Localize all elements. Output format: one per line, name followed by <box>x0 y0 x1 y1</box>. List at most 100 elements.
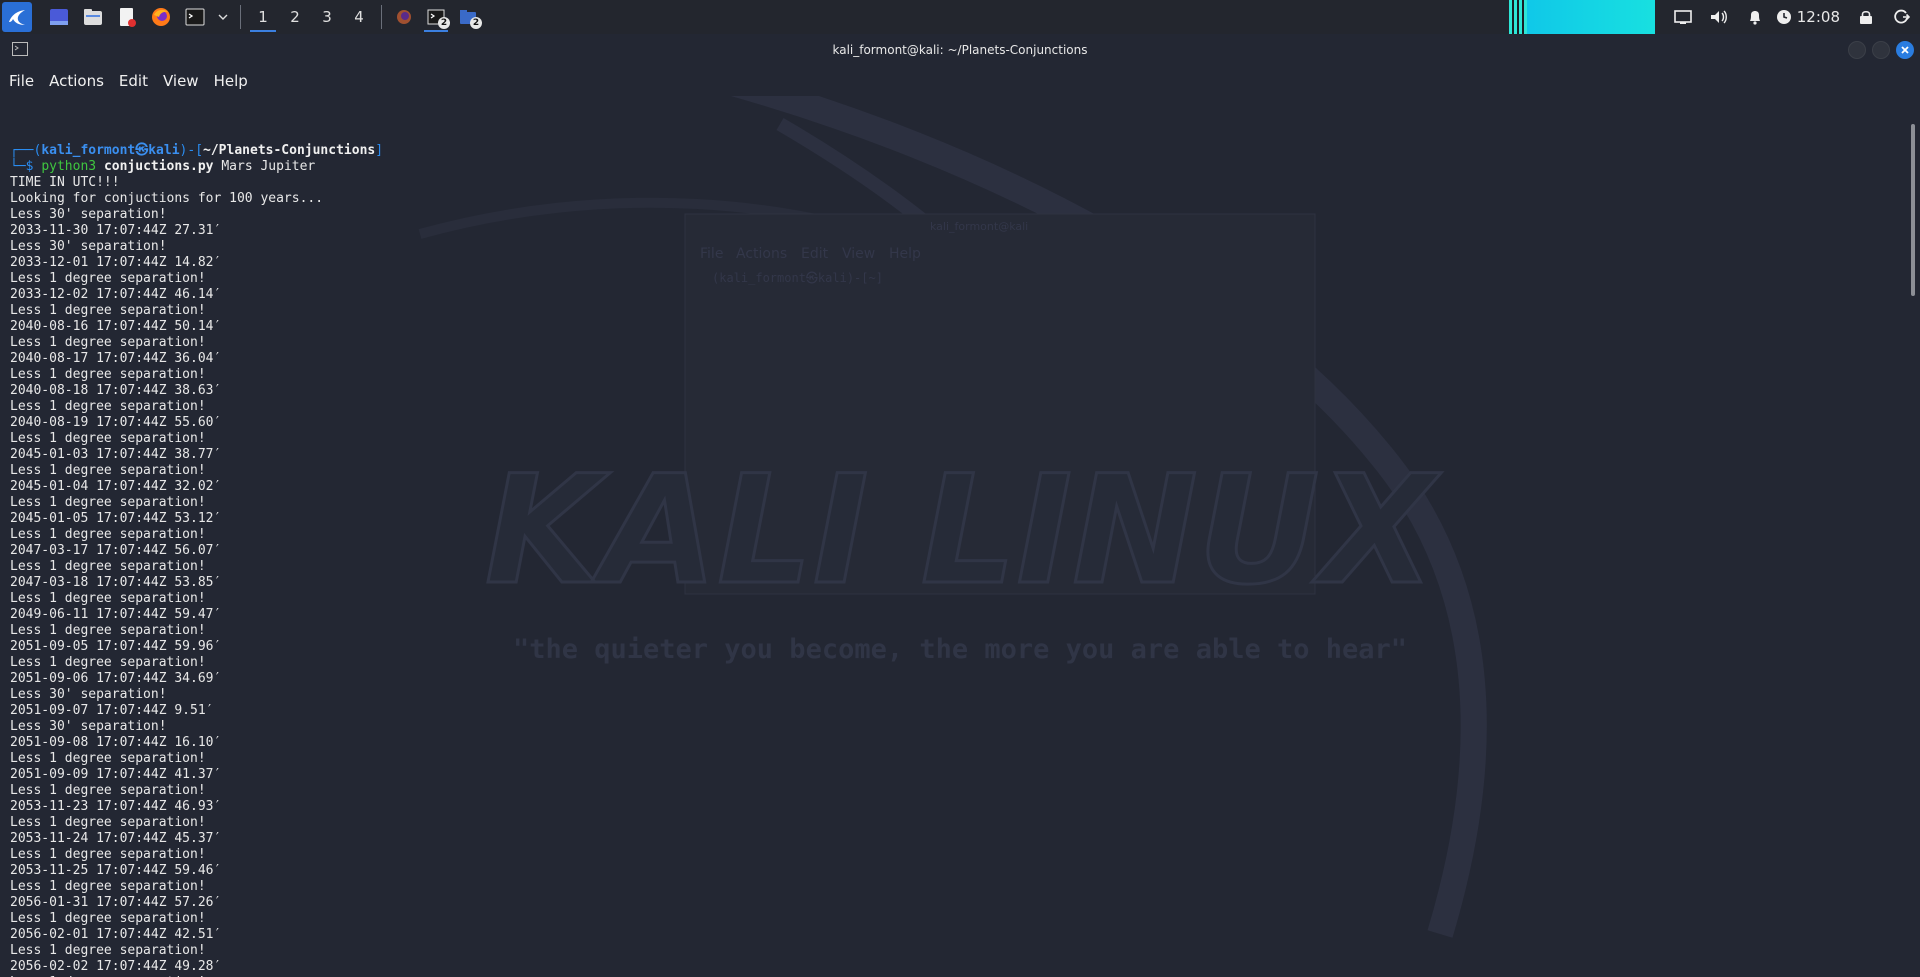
show-desktop-icon[interactable] <box>46 4 72 30</box>
window-count-badge: 2 <box>470 17 482 29</box>
menu-edit[interactable]: Edit <box>119 69 148 93</box>
terminal-output: ┌──(kali_formont㉿kali)-[~/Planets-Conjun… <box>0 96 1906 977</box>
output-line: Less 1 degree separation! <box>10 399 206 414</box>
prompt-path: ~/Planets-Conjunctions <box>203 143 376 158</box>
terminal-launcher-icon[interactable] <box>182 4 208 30</box>
output-line: 2040-08-16 17:07:44Z 50.14′ <box>10 319 222 334</box>
maximize-button[interactable] <box>1872 41 1890 59</box>
output-line: Less 30' separation! <box>10 719 167 734</box>
notification-bell-icon[interactable] <box>1737 0 1773 34</box>
text-editor-icon[interactable] <box>114 4 140 30</box>
output-line: 2053-11-23 17:07:44Z 46.93′ <box>10 799 222 814</box>
output-line: Less 1 degree separation! <box>10 847 206 862</box>
workspace-1[interactable]: 1 <box>247 0 279 34</box>
output-line: Less 1 degree separation! <box>10 815 206 830</box>
firefox-icon <box>397 10 411 24</box>
output-line: Looking for conjuctions for 100 years... <box>10 191 324 206</box>
firefox-icon[interactable] <box>148 4 174 30</box>
window-title: kali_formont@kali: ~/Planets-Conjunction… <box>832 43 1088 57</box>
output-line: 2045-01-04 17:07:44Z 32.02′ <box>10 479 222 494</box>
volume-icon[interactable] <box>1701 0 1737 34</box>
task-terminal[interactable]: 2 <box>420 0 452 34</box>
menu-help[interactable]: Help <box>214 69 248 93</box>
logout-icon[interactable] <box>1884 0 1920 34</box>
output-line: 2033-12-01 17:07:44Z 14.82′ <box>10 255 222 270</box>
task-file-manager[interactable]: 2 <box>452 0 484 34</box>
output-line: 2051-09-09 17:07:44Z 41.37′ <box>10 767 222 782</box>
workspace-2[interactable]: 2 <box>279 0 311 34</box>
output-line: Less 1 degree separation! <box>10 911 206 926</box>
workspace-4[interactable]: 4 <box>343 0 375 34</box>
output-line: Less 1 degree separation! <box>10 591 206 606</box>
terminal-scrollbar[interactable] <box>1906 96 1920 977</box>
menu-view[interactable]: View <box>163 69 199 93</box>
output-line: 2033-11-30 17:07:44Z 27.31′ <box>10 223 222 238</box>
output-line: Less 1 degree separation! <box>10 943 206 958</box>
display-icon[interactable] <box>1665 0 1701 34</box>
output-lines: TIME IN UTC!!! Looking for conjuctions fo… <box>10 175 1906 977</box>
panel-separator <box>381 5 382 29</box>
terminal-window: kali_formont@kali: ~/Planets-Conjunction… <box>0 34 1920 977</box>
output-line: 2051-09-05 17:07:44Z 59.96′ <box>10 639 222 654</box>
output-line: 2051-09-06 17:07:44Z 34.69′ <box>10 671 222 686</box>
prompt-line-1: ┌──(kali_formont㉿kali)-[~/Planets-Conjun… <box>10 143 384 158</box>
output-line: Less 30' separation! <box>10 687 167 702</box>
output-line: 2056-02-02 17:07:44Z 49.28′ <box>10 959 222 974</box>
output-line: Less 1 degree separation! <box>10 271 206 286</box>
output-line: 2056-02-01 17:07:44Z 42.51′ <box>10 927 222 942</box>
clock-icon <box>1773 0 1795 34</box>
output-line: Less 1 degree separation! <box>10 655 206 670</box>
output-line: 2049-06-11 17:07:44Z 59.47′ <box>10 607 222 622</box>
top-panel: 1 2 3 4 2 2 12:08 <box>0 0 1920 34</box>
chevron-down-icon[interactable] <box>216 4 230 30</box>
prompt-line-2: └─$ python3 conjuctions.py Mars Jupiter <box>10 159 316 174</box>
terminal-icon <box>12 42 28 56</box>
output-line: Less 1 degree separation! <box>10 303 206 318</box>
output-line: Less 1 degree separation! <box>10 783 206 798</box>
output-line: 2045-01-03 17:07:44Z 38.77′ <box>10 447 222 462</box>
output-line: 2051-09-08 17:07:44Z 16.10′ <box>10 735 222 750</box>
close-button[interactable] <box>1896 41 1914 59</box>
output-line: Less 30' separation! <box>10 239 167 254</box>
cpu-graph[interactable] <box>1508 0 1655 34</box>
output-line: 2056-01-31 17:07:44Z 57.26′ <box>10 895 222 910</box>
command-args: Mars Jupiter <box>221 159 316 174</box>
panel-separator <box>240 5 241 29</box>
kali-menu-icon[interactable] <box>2 2 32 32</box>
window-titlebar[interactable]: kali_formont@kali: ~/Planets-Conjunction… <box>0 34 1920 66</box>
output-line: 2047-03-17 17:07:44Z 56.07′ <box>10 543 222 558</box>
output-line: 2040-08-18 17:07:44Z 38.63′ <box>10 383 222 398</box>
file-manager-icon[interactable] <box>80 4 106 30</box>
output-line: 2051-09-07 17:07:44Z 9.51′ <box>10 703 214 718</box>
output-line: 2053-11-25 17:07:44Z 59.46′ <box>10 863 222 878</box>
output-line: Less 1 degree separation! <box>10 623 206 638</box>
command-file: conjuctions.py <box>103 159 214 174</box>
output-line: 2053-11-24 17:07:44Z 45.37′ <box>10 831 222 846</box>
task-firefox[interactable] <box>388 0 420 34</box>
close-icon <box>1901 46 1909 54</box>
output-line: Less 1 degree separation! <box>10 463 206 478</box>
output-line: 2033-12-02 17:07:44Z 46.14′ <box>10 287 222 302</box>
output-line: 2040-08-19 17:07:44Z 55.60′ <box>10 415 222 430</box>
output-line: Less 1 degree separation! <box>10 527 206 542</box>
terminal-body[interactable]: File Actions Edit View Help kali_formont… <box>0 96 1906 977</box>
output-line: TIME IN UTC!!! <box>10 175 120 190</box>
menu-bar: File Actions Edit View Help <box>0 66 1920 96</box>
minimize-button[interactable] <box>1848 41 1866 59</box>
output-line: Less 1 degree separation! <box>10 879 206 894</box>
lock-screen-icon[interactable] <box>1848 0 1884 34</box>
panel-clock[interactable]: 12:08 <box>1797 8 1840 26</box>
scrollbar-thumb[interactable] <box>1911 124 1915 296</box>
system-tray: 12:08 <box>1508 0 1920 34</box>
prompt-user: kali_formont㉿kali <box>41 143 180 158</box>
menu-file[interactable]: File <box>9 69 34 93</box>
output-line: 2045-01-05 17:07:44Z 53.12′ <box>10 511 222 526</box>
output-line: 2047-03-18 17:07:44Z 53.85′ <box>10 575 222 590</box>
workspace-3[interactable]: 3 <box>311 0 343 34</box>
command-name: python3 <box>41 159 97 174</box>
output-line: Less 1 degree separation! <box>10 495 206 510</box>
output-line: Less 1 degree separation! <box>10 559 206 574</box>
menu-actions[interactable]: Actions <box>49 69 104 93</box>
output-line: 2040-08-17 17:07:44Z 36.04′ <box>10 351 222 366</box>
output-line: Less 30' separation! <box>10 207 167 222</box>
